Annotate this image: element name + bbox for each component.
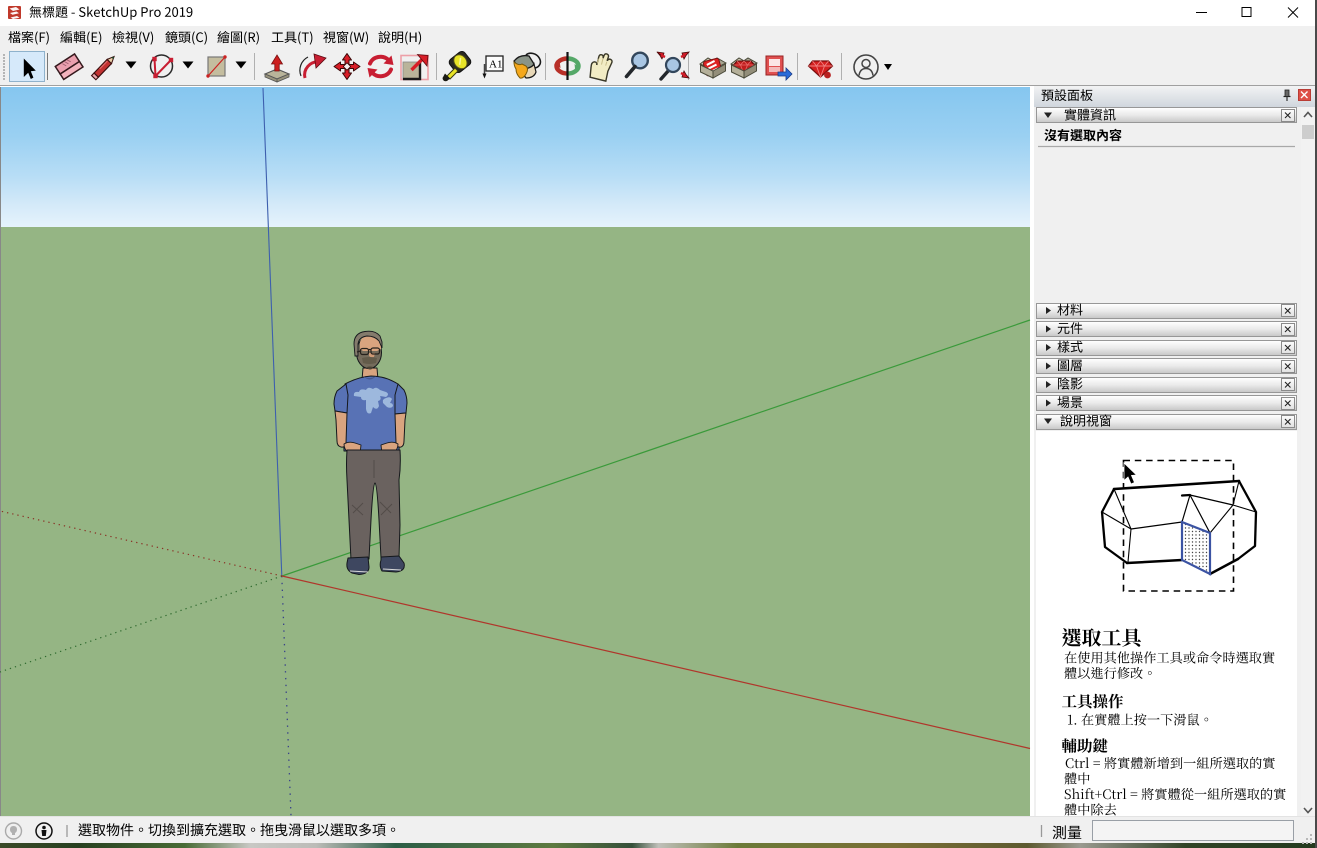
svg-text:A1: A1 — [489, 59, 502, 71]
